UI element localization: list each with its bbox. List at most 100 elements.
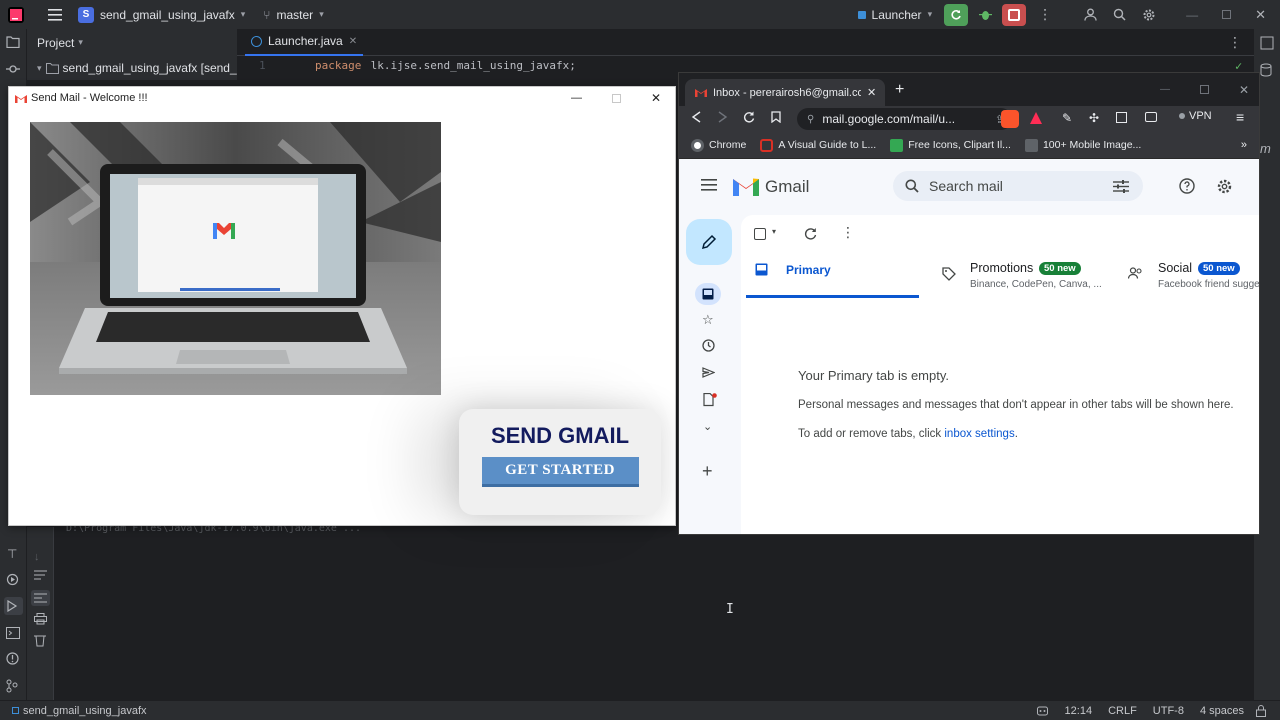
minimize-icon[interactable]: — [1186, 8, 1198, 22]
pen-icon[interactable]: ✎ [1062, 111, 1072, 125]
reload-icon[interactable] [743, 111, 755, 123]
tab-gmail-inbox[interactable]: Inbox - pererairosh6@gmail.com ✕ [685, 79, 885, 106]
close-icon[interactable]: ✕ [651, 91, 661, 105]
nav-inbox[interactable] [695, 283, 721, 305]
account-icon[interactable] [1084, 8, 1097, 21]
address-bar[interactable]: ⚲ mail.google.com/mail/u... ⇪ [797, 108, 1012, 130]
brave-rewards-icon[interactable] [1029, 111, 1043, 125]
close-icon[interactable]: ✕ [1239, 83, 1249, 97]
menu-icon[interactable]: ≡ [1236, 109, 1244, 125]
search-mail-bar[interactable]: Search mail [893, 171, 1143, 201]
bookmark-chrome[interactable]: Chrome [691, 138, 746, 152]
bookmark-free-icons[interactable]: Free Icons, Clipart Il... [890, 138, 1011, 152]
inbox-settings-link[interactable]: inbox settings [944, 428, 1014, 440]
build-icon[interactable]: ⊤ [7, 547, 17, 561]
status-project[interactable]: send_gmail_using_javafx [12, 705, 147, 717]
project-tree-root[interactable]: ▾ send_gmail_using_javafx [send_ [27, 56, 237, 80]
gear-icon[interactable] [1142, 8, 1156, 22]
indent-setting[interactable]: 4 spaces [1200, 705, 1244, 717]
refresh-icon[interactable] [804, 227, 817, 240]
bookmark-label: 100+ Mobile Image... [1042, 139, 1142, 151]
line-separator[interactable]: CRLF [1108, 705, 1137, 717]
site-info-icon[interactable]: ⚲ [807, 114, 814, 125]
hamburger-menu-icon[interactable] [701, 179, 717, 191]
maximize-icon[interactable] [611, 93, 621, 103]
wrap-icon[interactable] [34, 570, 47, 580]
extensions-icon[interactable]: ✣ [1089, 111, 1099, 125]
sidebar-icon[interactable] [1116, 112, 1127, 123]
send-mail-titlebar[interactable]: Send Mail - Welcome !!! — ✕ [9, 87, 675, 109]
services-icon[interactable] [6, 573, 19, 586]
close-icon[interactable]: ✕ [1255, 7, 1266, 23]
trash-icon[interactable] [34, 634, 46, 647]
clock-icon[interactable] [702, 339, 715, 352]
forward-icon[interactable] [717, 111, 728, 123]
bookmark-mobile-image[interactable]: 100+ Mobile Image... [1024, 138, 1142, 152]
run-console[interactable]: D:\Program Files\Java\jdk-17.0.9\bin\jav… [54, 520, 1254, 700]
gear-icon[interactable] [1216, 178, 1233, 195]
search-icon[interactable] [1113, 8, 1126, 21]
chevron-down-icon[interactable]: ▾ [772, 227, 776, 236]
notifications-icon[interactable] [1260, 36, 1274, 50]
file-encoding[interactable]: UTF-8 [1153, 705, 1184, 717]
more-tabs-icon[interactable]: ⋮ [1228, 34, 1242, 51]
vpn-button[interactable]: VPN [1179, 110, 1212, 122]
terminal-icon[interactable] [6, 627, 20, 639]
bookmark-icon[interactable] [771, 111, 781, 123]
restore-icon[interactable] [1199, 85, 1209, 94]
maven-icon[interactable]: m [1260, 141, 1271, 156]
scroll-to-end-icon[interactable] [31, 590, 50, 606]
tab-launcher-java[interactable]: Launcher.java ✕ [245, 29, 364, 56]
cursor-position[interactable]: 12:14 [1065, 705, 1093, 717]
run-tool-icon[interactable] [4, 597, 23, 615]
get-started-button[interactable]: GET STARTED [481, 457, 639, 487]
minimize-icon[interactable]: — [1160, 84, 1170, 95]
add-label-icon[interactable]: + [702, 461, 713, 482]
ide-logo-icon[interactable] [8, 6, 24, 23]
chevron-down-icon[interactable]: ⌄ [703, 420, 712, 433]
more-actions-icon[interactable]: ⋮ [1038, 6, 1052, 23]
draft-icon[interactable] [703, 393, 717, 407]
close-icon[interactable]: ✕ [867, 86, 876, 99]
project-tool-header[interactable]: Project ▾ [27, 29, 237, 56]
project-switcher[interactable]: S send_gmail_using_javafx ▾ [78, 6, 245, 23]
search-options-icon[interactable] [1113, 179, 1129, 193]
rerun-button[interactable] [944, 3, 969, 26]
close-icon[interactable]: ✕ [349, 36, 357, 47]
wallet-icon[interactable] [1145, 112, 1157, 122]
branch-switcher[interactable]: ⑂ master ▾ [263, 8, 323, 22]
select-all-checkbox[interactable] [754, 228, 766, 240]
arrow-down-icon[interactable]: ↓ [34, 551, 40, 563]
back-icon[interactable] [691, 111, 702, 123]
commit-icon[interactable] [6, 63, 20, 75]
run-config-selector[interactable]: Launcher ▾ [857, 8, 932, 22]
minimize-icon[interactable]: — [571, 92, 582, 104]
vpn-label: VPN [1189, 110, 1212, 122]
star-icon[interactable]: ☆ [702, 312, 714, 328]
database-icon[interactable] [1260, 63, 1272, 77]
print-icon[interactable] [34, 613, 47, 625]
tab-social[interactable]: Social 50 new Facebook friend sugge [1123, 255, 1259, 298]
ai-assistant-icon[interactable] [1036, 705, 1049, 717]
folder-icon[interactable] [6, 36, 20, 48]
bookmark-visual-guide[interactable]: A Visual Guide to L... [760, 138, 876, 152]
tab-promotions[interactable]: Promotions 50 new Binance, CodePen, Canv… [937, 255, 1112, 298]
stop-button[interactable] [1002, 3, 1027, 26]
more-bookmarks-icon[interactable]: » [1241, 139, 1247, 151]
gmail-logo-icon[interactable] [733, 177, 759, 196]
problems-icon[interactable] [6, 652, 19, 665]
apps-grid-icon[interactable]: ⋮ [1253, 177, 1259, 194]
debug-button[interactable] [974, 8, 996, 21]
more-options-icon[interactable]: ⋮ [841, 224, 855, 241]
chevron-down-icon: ▾ [37, 62, 42, 73]
new-tab-icon[interactable]: + [895, 81, 904, 99]
git-icon[interactable] [6, 679, 18, 693]
brave-shield-icon[interactable] [1001, 110, 1019, 128]
compose-button[interactable] [686, 219, 732, 265]
help-icon[interactable] [1179, 178, 1195, 194]
send-icon[interactable] [702, 367, 715, 378]
lock-icon[interactable] [1256, 704, 1266, 717]
tab-primary[interactable]: Primary [746, 255, 919, 298]
main-menu-icon[interactable] [48, 8, 62, 21]
restore-icon[interactable] [1222, 10, 1232, 19]
